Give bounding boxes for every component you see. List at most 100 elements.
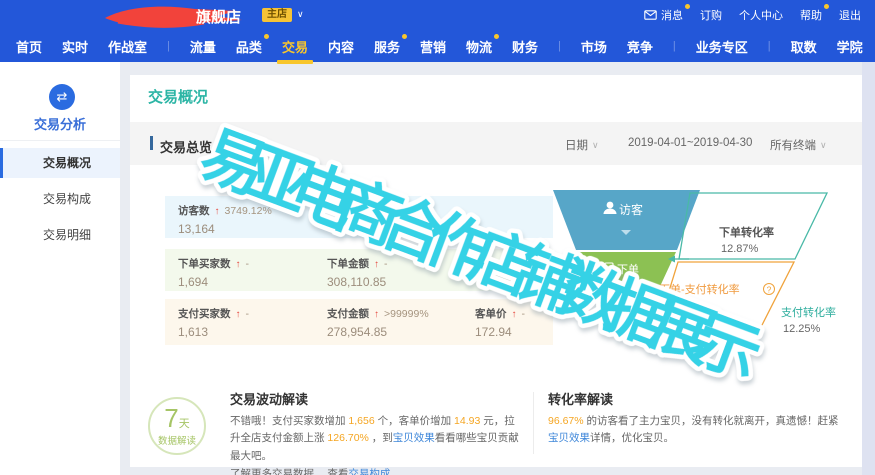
sidebar-divider xyxy=(0,140,120,141)
insight-conversion: 转化率解读 96.67% 的访客看了主力宝贝，没有转化就离开，真遗憾！赶紧宝贝效… xyxy=(548,389,848,448)
up-arrow-icon: ↑ xyxy=(512,309,517,320)
topbar-link-label: 个人中心 xyxy=(739,7,783,23)
page-title: 交易概况 xyxy=(148,86,208,107)
date-filter[interactable]: 日期 ∨ xyxy=(565,137,599,153)
nav-item[interactable]: 作战室 xyxy=(108,37,147,56)
stat-visitors[interactable]: 访客数↑3749.12% 13,164 xyxy=(178,203,272,236)
stat-order-amount[interactable]: 下单金额↑- 308,110.85 xyxy=(327,256,388,289)
nav-item[interactable]: 财务 xyxy=(512,37,538,56)
inline-link[interactable]: 宝贝效果 xyxy=(548,432,590,444)
insight-title: 交易波动解读 xyxy=(230,389,522,408)
sidebar-title: 交易分析 xyxy=(0,114,120,133)
nav-item[interactable]: 内容 xyxy=(328,37,354,56)
stat-label: 客单价 xyxy=(475,306,507,321)
stat-value: 1,694 xyxy=(178,275,249,289)
stat-delta: >99999% xyxy=(384,308,429,320)
nav-item[interactable]: 营销 xyxy=(420,37,446,56)
order-pay-rate-label: 下单-支付转化率 xyxy=(659,282,740,296)
nav-item[interactable]: 业务专区 xyxy=(696,37,748,56)
sidebar-item[interactable]: 交易概况 xyxy=(0,148,120,178)
nav-separator: | xyxy=(167,40,170,52)
stat-value: 13,164 xyxy=(178,222,272,236)
nav-item[interactable]: 物流 xyxy=(466,37,492,56)
notification-dot xyxy=(402,34,407,39)
insight-transaction: 交易波动解读 不错哦！支付买家数增加 1,656 个，客单价增加 14.93 元… xyxy=(230,389,522,475)
nav-separator: | xyxy=(673,40,676,52)
funnel-label-visitor: 访客 xyxy=(619,202,643,217)
stat-pay-amount[interactable]: 支付金额↑>99999% 278,954.85 xyxy=(327,306,429,339)
nav-separator: | xyxy=(768,40,771,52)
stat-delta: - xyxy=(384,258,388,270)
app-window: 生意参谋 | 旗舰店 主店 ∨ 消息订购个人中心帮助退出 首页实时作战室|流量品… xyxy=(0,0,875,475)
order-rate-value: 12.87% xyxy=(721,243,759,255)
nav-item[interactable]: 取数 xyxy=(791,37,817,56)
date-range[interactable]: 2019-04-01~2019-04-30 xyxy=(628,137,752,149)
scrollbar[interactable] xyxy=(862,62,875,475)
notification-dot xyxy=(264,34,269,39)
nav-item[interactable]: 市场 xyxy=(581,37,607,56)
stat-label: 访客数 xyxy=(178,203,210,218)
funnel-label-order: 下单 xyxy=(617,263,639,276)
pay-rate-outline xyxy=(656,262,794,333)
funnel-stage-visitor[interactable] xyxy=(553,190,700,250)
up-arrow-icon: ↑ xyxy=(374,259,379,270)
stat-value: 308,110.85 xyxy=(327,275,388,289)
topbar-link[interactable]: 消息 xyxy=(644,7,683,23)
stat-delta: - xyxy=(246,258,250,270)
pay-rate-value: 12.25% xyxy=(783,323,821,335)
nav-item[interactable]: 实时 xyxy=(62,37,88,56)
nav-item[interactable]: 交易 xyxy=(282,37,308,56)
funnel-chart: 访客 下单 支付 下单转化率 12.87% 下单-支付转化率 ? 支付转化率 1… xyxy=(553,183,865,349)
nav-separator: | xyxy=(558,40,561,52)
terminal-filter[interactable]: 所有终端 ∨ xyxy=(770,137,827,153)
nav-item[interactable]: 竞争 xyxy=(627,37,653,56)
stat-label: 下单买家数 xyxy=(178,256,231,271)
text: 的访客看了主力宝贝，没有转化就离开，真遗憾！赶紧 xyxy=(584,415,839,427)
stat-pay-buyers[interactable]: 支付买家数↑- 1,613 xyxy=(178,306,249,339)
topbar-link[interactable]: 订购 xyxy=(700,7,722,23)
notification-dot xyxy=(494,34,499,39)
sidebar-item[interactable]: 交易明细 xyxy=(0,220,120,250)
sidebar-menu: 交易概况交易构成交易明细 xyxy=(0,148,120,256)
shop-name[interactable]: 旗舰店 xyxy=(196,6,241,27)
nav-item[interactable]: 流量 xyxy=(190,37,216,56)
chevron-down-icon[interactable]: ∨ xyxy=(297,9,304,20)
topbar-link-label: 订购 xyxy=(700,7,722,23)
up-arrow-icon: ↑ xyxy=(236,309,241,320)
topbar-link[interactable]: 个人中心 xyxy=(739,7,783,23)
stat-price-per-customer[interactable]: 客单价↑- 172.94 xyxy=(475,306,525,339)
topbar-link[interactable]: 帮助 xyxy=(800,7,822,23)
insight-title: 转化率解读 xyxy=(548,389,848,408)
stat-order-buyers[interactable]: 下单买家数 ↑- 1,694 xyxy=(178,256,249,289)
text: ，到 xyxy=(369,432,393,444)
seven-day-badge: 7天 数据解读 xyxy=(148,397,206,455)
days-unit: 天 xyxy=(179,419,190,430)
topbar-link[interactable]: 退出 xyxy=(839,7,861,23)
order-rate-label: 下单转化率 xyxy=(719,225,774,239)
topbar-links: 消息 订购 个人中心 帮助 退出 xyxy=(644,0,861,30)
highlight-number: 1,656 xyxy=(348,415,374,427)
stat-value: 172.94 xyxy=(475,325,525,339)
terminal-filter-label: 所有终端 xyxy=(770,137,816,153)
nav-item[interactable]: 品类 xyxy=(236,37,262,56)
sidebar-item[interactable]: 交易构成 xyxy=(0,184,120,214)
up-arrow-icon: ↑ xyxy=(236,259,241,270)
nav-item[interactable]: 首页 xyxy=(16,37,42,56)
topbar-link-label: 退出 xyxy=(839,7,861,23)
nav-item[interactable]: 服务 xyxy=(374,37,400,56)
section-title: 交易总览 xyxy=(160,137,212,156)
chevron-down-icon: ∨ xyxy=(820,140,827,151)
stat-value: 278,954.85 xyxy=(327,325,429,339)
notification-dot xyxy=(824,4,829,9)
inline-link[interactable]: 宝贝效果 xyxy=(393,432,435,444)
shop-badge: 主店 xyxy=(262,8,292,22)
funnel-label-pay: 支付 xyxy=(618,305,640,318)
insight-paragraph: 了解更多交易数据， 查看交易构成。 xyxy=(230,466,522,475)
up-arrow-icon: ↑ xyxy=(215,206,220,217)
nav-item[interactable]: 学院 xyxy=(837,37,863,56)
section-tick xyxy=(150,136,153,150)
inline-link[interactable]: 交易构成 xyxy=(348,468,390,475)
primary-nav: 首页 实时 作战室 | 流量 品类 交易 内容 服务 营销 物流 财务 | 市场 竞争 | 业务专区 | 取数 学院 xyxy=(0,30,875,62)
days-number: 7 xyxy=(164,405,178,431)
insight-paragraph: 不错哦！支付买家数增加 1,656 个，客单价增加 14.93 元，拉升全店支付… xyxy=(230,413,522,465)
